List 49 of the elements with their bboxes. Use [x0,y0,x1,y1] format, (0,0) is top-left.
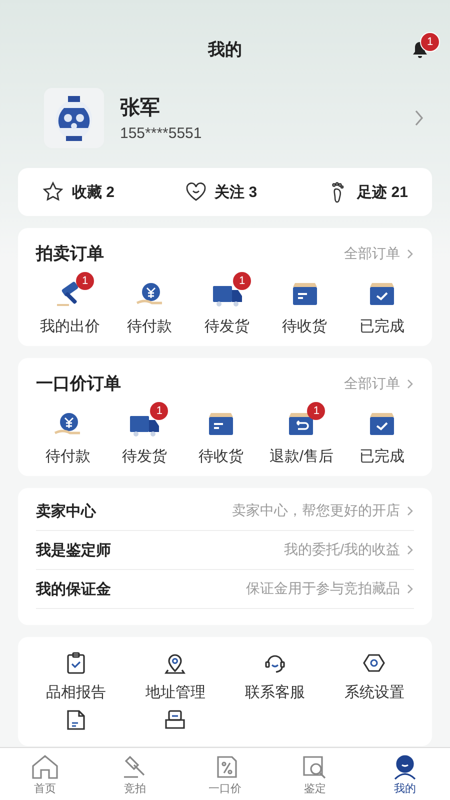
stat-link[interactable]: 关注 3 [184,181,258,203]
stat-link[interactable]: 足迹 21 [327,181,408,203]
count-badge: 1 [76,272,94,290]
home-icon [30,752,60,780]
tab[interactable]: 首页 [15,752,75,796]
heart-icon [184,181,207,203]
order-status-button[interactable]: 1 我的出价 [36,271,104,336]
menu-item[interactable]: 我是鉴定师 [36,540,284,560]
menu-item[interactable]: 卖家中心 [36,502,232,520]
stat-link[interactable]: 收藏 2 [42,181,115,203]
phone-number: 155****5551 [120,125,203,142]
count-badge: 1 [150,402,168,420]
chevron-right-icon [406,378,414,390]
chevron-right-icon [406,583,414,595]
star-icon [42,181,64,203]
order-status-button[interactable]: 1 待发货 [112,401,176,466]
tab[interactable]: 我的 [375,752,435,796]
count-badge: 1 [307,402,326,420]
order-status-button[interactable]: 已完成 [350,271,414,336]
notification-badge: 1 [420,32,440,52]
chevron-right-icon [406,248,414,260]
chevron-right-icon [406,505,414,517]
order-status-button[interactable]: 1 退款/售后 [265,401,338,466]
menu-hint: 我的委托/我的收益 [284,541,400,559]
page-title: 我的 [208,38,242,60]
tab[interactable]: 竞拍 [105,752,165,796]
tab[interactable]: 鉴定 [285,752,345,796]
chevron-right-icon [406,544,414,556]
section-title: 拍卖订单 [36,243,105,265]
tool-button[interactable]: 地址管理 [126,651,225,702]
order-status-button[interactable]: 待付款 [36,401,100,466]
menu-item[interactable]: 我的保证金 [36,580,246,598]
tool-button[interactable]: 系统设置 [324,651,424,702]
tab[interactable]: 一口价 [195,752,255,796]
order-status-button[interactable]: 1 待发货 [195,271,259,336]
menu-hint: 保证金用于参与竞拍藏品 [246,580,400,598]
user-name: 张军 [120,96,161,121]
location-pin-icon [163,651,188,675]
tool-button[interactable]: 联系客服 [225,651,324,702]
section-title: 一口价订单 [36,373,122,395]
menu-hint: 卖家中心，帮您更好的开店 [232,502,400,520]
settings-icon [362,651,386,675]
order-status-button[interactable]: 待收货 [188,401,253,466]
count-badge: 1 [233,272,251,290]
order-status-button[interactable]: 已完成 [350,401,414,466]
order-status-button[interactable]: 待收货 [272,271,336,336]
tray-icon [163,708,188,732]
tool-button[interactable]: 品相报告 [26,651,126,702]
order-status-button[interactable]: 待付款 [118,271,182,336]
